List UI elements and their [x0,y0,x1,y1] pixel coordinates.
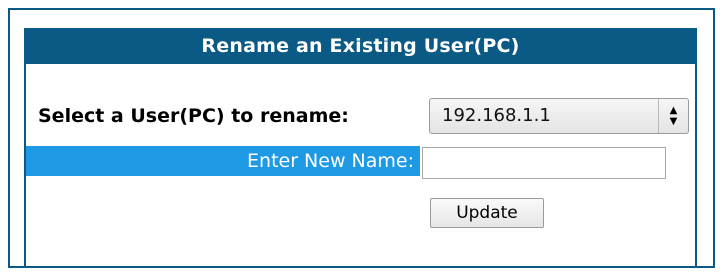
selected-user-value: 192.168.1.1 [442,105,551,126]
select-arrows-icon: ▲ ▼ [658,99,688,133]
form-title: Rename an Existing User(PC) [26,28,695,64]
new-name-label: Enter New Name: [247,150,414,172]
rename-user-form: Rename an Existing User(PC) Select a Use… [24,28,697,268]
update-button[interactable]: Update [430,198,544,228]
select-user-label: Select a User(PC) to rename: [38,105,349,127]
user-select-dropdown[interactable]: 192.168.1.1 ▲ ▼ [429,98,689,134]
header-divider [26,64,695,66]
new-name-label-bar: Enter New Name: [26,146,420,176]
new-name-input[interactable] [422,147,666,179]
